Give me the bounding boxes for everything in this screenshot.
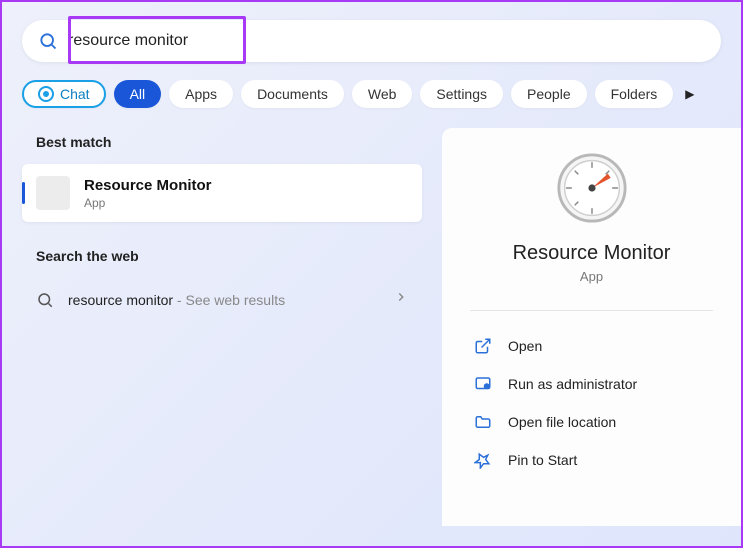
- app-hero: Resource Monitor App: [442, 152, 741, 284]
- chip-all[interactable]: All: [114, 80, 162, 108]
- action-label: Run as administrator: [508, 376, 637, 392]
- action-open-file-location[interactable]: Open file location: [470, 403, 713, 441]
- results-pane: Best match Resource Monitor App Search t…: [2, 122, 442, 526]
- shield-admin-icon: [474, 375, 492, 393]
- search-bar[interactable]: [22, 20, 721, 62]
- best-match-heading: Best match: [36, 134, 422, 150]
- web-query: resource monitor: [68, 292, 173, 308]
- chip-label: People: [527, 86, 571, 102]
- result-app-icon: [36, 176, 70, 210]
- chip-settings[interactable]: Settings: [420, 80, 503, 108]
- result-subtitle: App: [84, 196, 212, 210]
- action-label: Open file location: [508, 414, 616, 430]
- chip-label: Web: [368, 86, 397, 102]
- result-title: Resource Monitor: [84, 177, 212, 194]
- web-result-row[interactable]: resource monitor - See web results: [22, 278, 422, 321]
- search-icon: [36, 291, 54, 309]
- chip-apps[interactable]: Apps: [169, 80, 233, 108]
- chip-people[interactable]: People: [511, 80, 587, 108]
- chip-label: Chat: [60, 86, 90, 102]
- chip-label: Documents: [257, 86, 328, 102]
- best-match-result[interactable]: Resource Monitor App: [22, 164, 422, 222]
- divider: [470, 310, 713, 311]
- result-text: Resource Monitor App: [84, 177, 212, 210]
- action-label: Pin to Start: [508, 452, 577, 468]
- web-suffix: - See web results: [173, 292, 285, 308]
- chip-label: Settings: [436, 86, 487, 102]
- main-area: Best match Resource Monitor App Search t…: [2, 122, 741, 526]
- action-open[interactable]: Open: [470, 327, 713, 365]
- action-list: Open Run as administrator Open file loca…: [442, 321, 741, 485]
- action-run-as-admin[interactable]: Run as administrator: [470, 365, 713, 403]
- preview-app-name: Resource Monitor: [513, 242, 671, 265]
- chip-documents[interactable]: Documents: [241, 80, 344, 108]
- folder-icon: [474, 413, 492, 431]
- action-pin-to-start[interactable]: Pin to Start: [470, 441, 713, 479]
- web-result-text: resource monitor - See web results: [68, 292, 285, 308]
- bing-icon: [38, 86, 54, 102]
- preview-app-type: App: [580, 269, 603, 284]
- chip-label: All: [130, 86, 146, 102]
- chevron-right-icon: [394, 290, 408, 309]
- chip-chat[interactable]: Chat: [22, 80, 106, 108]
- filter-chip-row: Chat All Apps Documents Web Settings Peo…: [2, 74, 741, 122]
- chip-scroll-right-icon[interactable]: ▶: [685, 87, 694, 101]
- pin-icon: [474, 451, 492, 469]
- search-icon: [38, 31, 58, 51]
- search-input[interactable]: [68, 32, 705, 50]
- action-label: Open: [508, 338, 542, 354]
- chip-label: Apps: [185, 86, 217, 102]
- preview-pane: Resource Monitor App Open Run as adminis…: [442, 128, 741, 526]
- search-bar-container: [2, 2, 741, 74]
- chip-folders[interactable]: Folders: [595, 80, 674, 108]
- resource-monitor-icon: [556, 152, 628, 224]
- chip-web[interactable]: Web: [352, 80, 413, 108]
- open-icon: [474, 337, 492, 355]
- search-web-heading: Search the web: [36, 248, 422, 264]
- chip-label: Folders: [611, 86, 658, 102]
